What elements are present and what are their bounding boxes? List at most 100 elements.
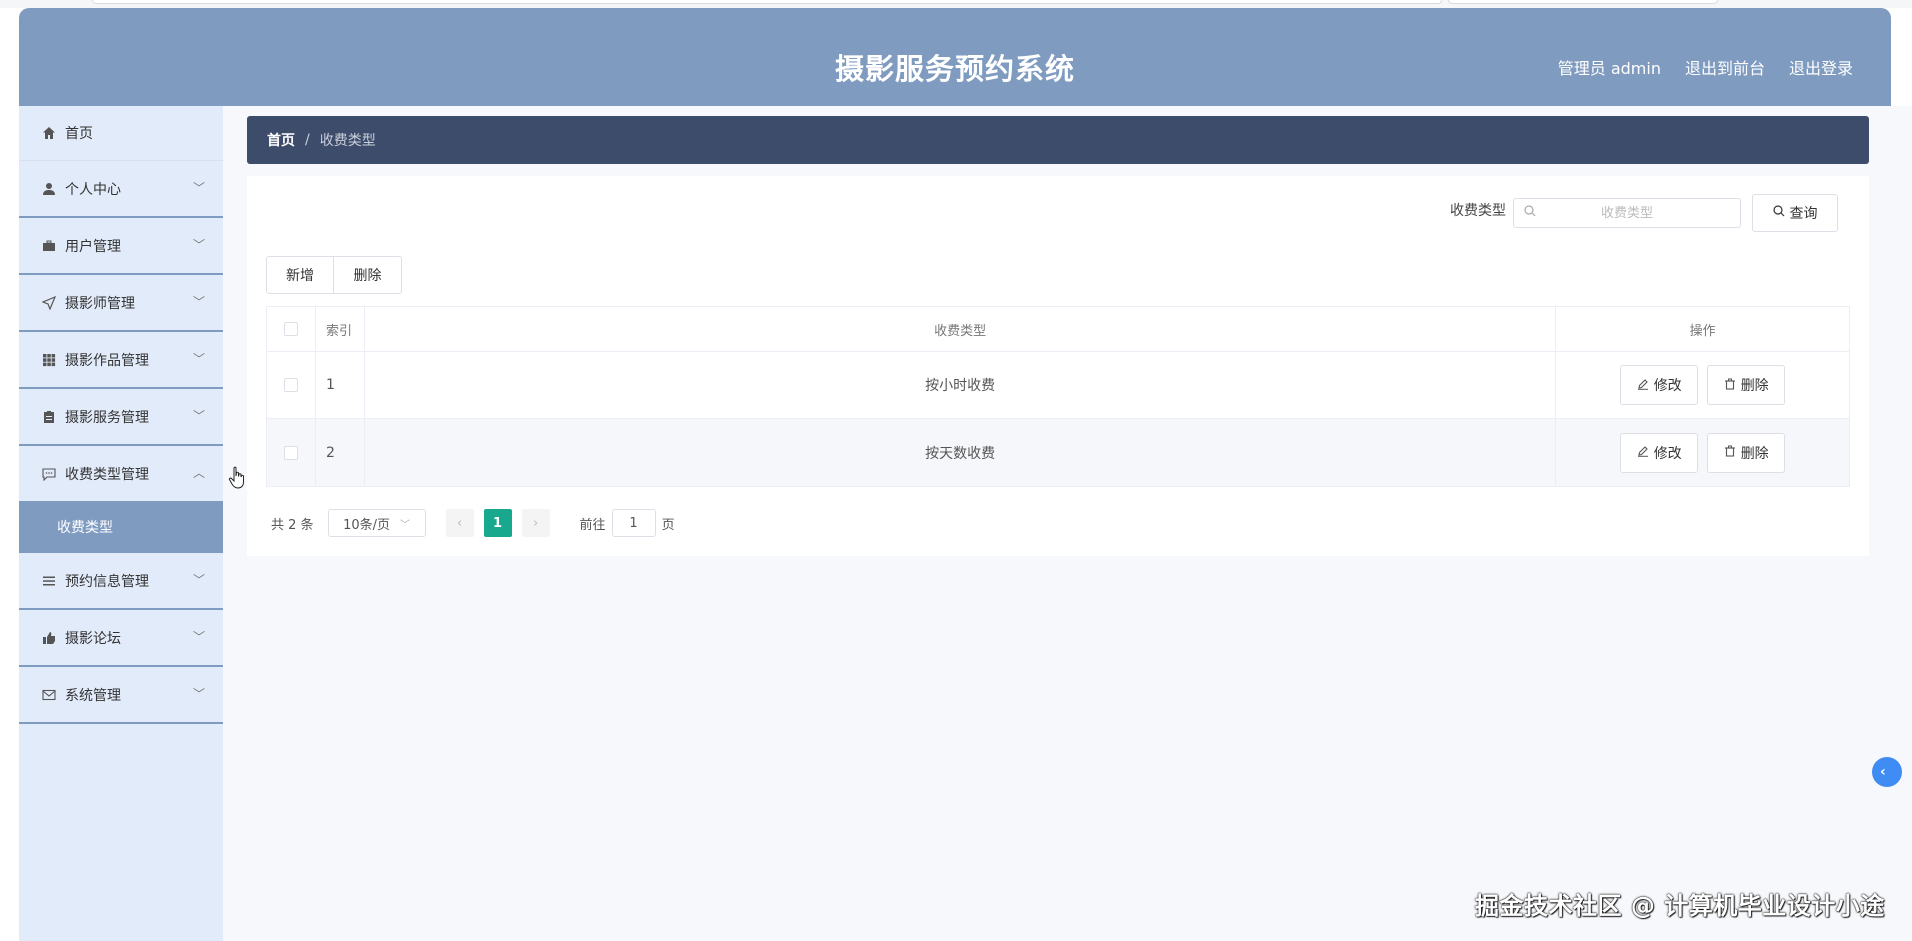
sidebar-item-label: 系统管理 — [65, 687, 121, 704]
browser-search-bar — [1448, 0, 1718, 4]
trash-icon — [1724, 378, 1736, 393]
row-delete-button[interactable]: 删除 — [1707, 365, 1786, 405]
sidebar-item-label: 收费类型管理 — [65, 466, 149, 483]
chevron-down-icon: ﹀ — [192, 686, 205, 701]
sidebar-item-bookings[interactable]: 预约信息管理 ﹀ — [19, 553, 223, 610]
main-content: 首页 / 收费类型 收费类型 查询 新增 删除 索引 收费类型 操作 — [223, 106, 1912, 941]
chevron-up-icon: ︿ — [192, 465, 205, 480]
query-button[interactable]: 查询 — [1752, 194, 1838, 232]
row-checkbox[interactable] — [283, 445, 298, 460]
mail-icon — [41, 687, 57, 703]
sidebar-item-users[interactable]: 用户管理 ﹀ — [19, 218, 223, 275]
page-size-value: 10条/页 — [343, 517, 391, 533]
trash-icon — [1724, 445, 1736, 460]
sidebar-item-home[interactable]: 首页 — [19, 106, 223, 161]
edit-button-label: 修改 — [1653, 378, 1682, 394]
admin-label[interactable]: 管理员 admin — [1558, 55, 1661, 79]
header-type: 收费类型 — [365, 307, 1557, 351]
send-icon — [41, 295, 57, 311]
row-check-cell — [267, 352, 316, 418]
sidebar: 首页 个人中心 ﹀ 用户管理 ﹀ 摄影师管理 ﹀ 摄影作品管理 ﹀ 摄影服务管理… — [19, 106, 223, 941]
sidebar-item-label: 摄影论坛 — [65, 630, 121, 647]
watermark: 掘金技术社区 @ 计算机毕业设计小途 — [1475, 892, 1885, 920]
sidebar-item-label: 摄影服务管理 — [65, 409, 149, 426]
sidebar-item-label: 摄影作品管理 — [65, 352, 149, 369]
sidebar-item-label: 用户管理 — [65, 238, 121, 255]
browser-address-bar — [92, 0, 1442, 4]
sidebar-item-system[interactable]: 系统管理 ﹀ — [19, 667, 223, 724]
edit-icon — [1637, 378, 1649, 393]
select-all-checkbox[interactable] — [283, 322, 298, 336]
sidebar-item-forum[interactable]: 摄影论坛 ﹀ — [19, 610, 223, 667]
browser-top-strip — [0, 0, 1912, 8]
search-icon — [1772, 205, 1785, 221]
breadcrumb-separator: / — [305, 132, 310, 148]
query-button-label: 查询 — [1789, 206, 1818, 222]
search-field[interactable] — [1513, 198, 1741, 228]
sidebar-item-works[interactable]: 摄影作品管理 ﹀ — [19, 332, 223, 389]
search-icon — [1524, 205, 1536, 221]
chevron-right-icon: › — [532, 515, 539, 531]
grid-icon — [41, 352, 57, 368]
next-page-button[interactable]: › — [521, 509, 550, 537]
sidebar-item-fee-types[interactable]: 收费类型管理 ︿ — [19, 446, 223, 503]
edit-button[interactable]: 修改 — [1620, 432, 1699, 473]
page-size-select[interactable]: 10条/页 ﹀ — [327, 509, 426, 537]
edit-button[interactable]: 修改 — [1620, 365, 1699, 405]
sidebar-item-photographers[interactable]: 摄影师管理 ﹀ — [19, 275, 223, 332]
sidebar-item-label: 预约信息管理 — [65, 573, 149, 590]
chevron-down-icon: ﹀ — [192, 629, 205, 644]
search-label: 收费类型 — [1450, 203, 1506, 219]
chat-icon — [41, 466, 57, 482]
chevron-down-icon: ﹀ — [192, 351, 205, 366]
breadcrumb-home[interactable]: 首页 — [267, 130, 295, 150]
row-delete-label: 删除 — [1740, 445, 1769, 462]
front-link[interactable]: 退出到前台 — [1685, 55, 1765, 79]
list-icon — [41, 573, 57, 589]
row-type: 按小时收费 — [365, 352, 1557, 418]
row-check-cell — [267, 419, 316, 486]
header-ops: 操作 — [1689, 323, 1716, 339]
row-ops: 修改 删除 — [1556, 352, 1849, 418]
breadcrumb-current: 收费类型 — [319, 133, 376, 149]
table-header-row: 索引 收费类型 操作 — [267, 307, 1849, 352]
pagination: 共 2 条 10条/页 ﹀ ‹ 1 › 前往 页 — [271, 509, 675, 537]
sidebar-item-personal[interactable]: 个人中心 ﹀ — [19, 161, 223, 218]
chevron-down-icon: ﹀ — [192, 237, 205, 252]
chevron-left-icon: ‹ — [456, 515, 463, 531]
header-index: 索引 — [316, 307, 365, 351]
goto-input[interactable] — [611, 509, 656, 537]
page-number[interactable]: 1 — [483, 509, 512, 537]
row-type: 按天数收费 — [365, 419, 1557, 486]
row-index: 1 — [316, 352, 365, 418]
row-delete-button[interactable]: 删除 — [1707, 432, 1786, 473]
prev-page-button[interactable]: ‹ — [445, 509, 474, 537]
app-header: 摄影服务预约系统 管理员 admin 退出到前台 退出登录 — [19, 8, 1891, 106]
chevron-left-icon: ‹ — [1880, 764, 1886, 780]
chevron-down-icon: ﹀ — [400, 519, 411, 531]
collapse-toggle-button[interactable]: ‹ — [1872, 757, 1902, 787]
user-icon — [41, 181, 57, 197]
sidebar-item-services[interactable]: 摄影服务管理 ﹀ — [19, 389, 223, 446]
total-count: 共 2 条 — [271, 517, 314, 533]
select-all-cell — [267, 307, 316, 351]
content-panel: 收费类型 查询 新增 删除 索引 收费类型 操作 1 — [247, 176, 1869, 556]
row-ops: 修改 删除 — [1556, 419, 1849, 486]
breadcrumb: 首页 / 收费类型 — [247, 116, 1869, 164]
chevron-down-icon: ﹀ — [192, 408, 205, 423]
row-delete-label: 删除 — [1740, 378, 1769, 394]
logout-link[interactable]: 退出登录 — [1789, 55, 1853, 79]
delete-button[interactable]: 删除 — [334, 256, 402, 294]
chevron-down-icon: ﹀ — [192, 572, 205, 587]
row-checkbox[interactable] — [283, 378, 298, 392]
table-row: 1 按小时收费 修改 删除 — [267, 352, 1849, 419]
edit-icon — [1637, 445, 1649, 460]
sidebar-item-label: 摄影师管理 — [65, 295, 135, 312]
sidebar-subitem-fee-type[interactable]: 收费类型 — [19, 503, 223, 553]
add-button[interactable]: 新增 — [266, 256, 334, 294]
edit-button-label: 修改 — [1653, 445, 1682, 462]
search-input[interactable] — [1514, 199, 1740, 227]
hand-cursor-icon — [228, 466, 244, 489]
chevron-down-icon: ﹀ — [192, 294, 205, 309]
clipboard-icon — [41, 409, 57, 425]
